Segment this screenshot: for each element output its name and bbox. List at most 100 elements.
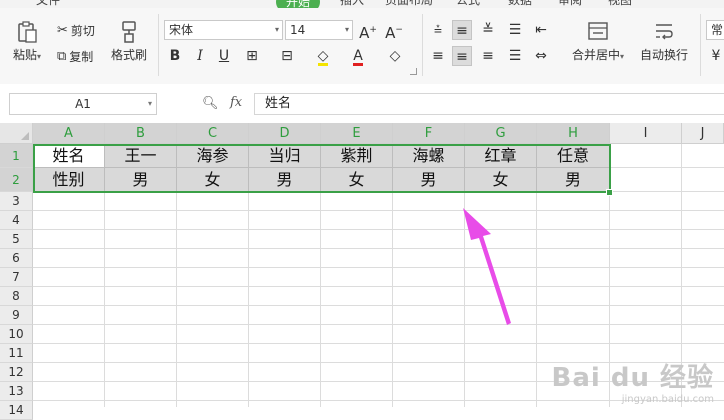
- merge-center-button[interactable]: 合并居中▾: [566, 20, 630, 63]
- row-header-1[interactable]: 1: [0, 144, 33, 168]
- ribbon-divider: [700, 14, 701, 76]
- align-left-icon[interactable]: ≡: [428, 46, 448, 66]
- format-painter-button[interactable]: 格式刷: [108, 20, 150, 63]
- chevron-down-icon: ▾: [344, 25, 349, 34]
- cell-h2[interactable]: 男: [537, 168, 610, 192]
- row-header-4[interactable]: 4: [0, 211, 33, 230]
- spreadsheet-grid[interactable]: A B C D E F G H I J 1 2 3 4 5 6 7 8 9 10…: [0, 123, 724, 420]
- align-right-icon[interactable]: ≡: [478, 46, 498, 66]
- copy-icon: ⧉: [57, 49, 67, 64]
- decrease-indent-icon[interactable]: ⇤: [531, 20, 551, 40]
- fill-handle[interactable]: [606, 189, 613, 196]
- row-header-14[interactable]: 14: [0, 401, 33, 420]
- row-header-5[interactable]: 5: [0, 230, 33, 249]
- row-header-7[interactable]: 7: [0, 268, 33, 287]
- cell-g2[interactable]: 女: [465, 168, 537, 192]
- column-header-f[interactable]: F: [393, 123, 465, 144]
- cell-b2[interactable]: 男: [105, 168, 177, 192]
- font-color-icon[interactable]: A: [348, 46, 368, 66]
- align-top-icon[interactable]: ⩮: [428, 20, 448, 40]
- zoom-icon[interactable]: 🔍︎: [202, 96, 219, 111]
- row-header-9[interactable]: 9: [0, 306, 33, 325]
- cut-button[interactable]: ✂ 剪切: [57, 22, 95, 39]
- font-size-select[interactable]: 14 ▾: [285, 20, 353, 40]
- row-header-12[interactable]: 12: [0, 363, 33, 382]
- orientation-icon[interactable]: ☰: [505, 20, 525, 40]
- annotation-arrow-icon: [463, 208, 511, 325]
- font-name-select[interactable]: 宋体 ▾: [164, 20, 283, 40]
- clear-format-icon[interactable]: ◇: [385, 46, 405, 66]
- wrap-text-button[interactable]: 自动换行: [636, 20, 692, 63]
- tab-review[interactable]: 审阅: [558, 0, 582, 8]
- row-header-2[interactable]: 2: [0, 168, 33, 192]
- cell-h1[interactable]: 任意: [537, 144, 610, 168]
- align-bottom-icon[interactable]: ≚: [478, 20, 498, 40]
- merge-center-label: 合并居中: [571, 48, 620, 62]
- cell-e2[interactable]: 女: [321, 168, 393, 192]
- font-dialog-launcher-icon[interactable]: [410, 68, 417, 75]
- column-header-b[interactable]: B: [105, 123, 177, 144]
- fx-icon[interactable]: fx: [230, 95, 242, 110]
- align-center-icon[interactable]: ≡: [452, 46, 472, 66]
- decrease-font-size-icon[interactable]: A−: [384, 20, 404, 42]
- cell-d2[interactable]: 男: [249, 168, 321, 192]
- cell-f1[interactable]: 海螺: [393, 144, 465, 168]
- paste-label: 粘贴: [12, 48, 37, 62]
- scissors-icon: ✂: [57, 23, 68, 38]
- distributed-icon[interactable]: ⇔: [531, 46, 551, 66]
- cell-b1[interactable]: 王一: [105, 144, 177, 168]
- tab-home[interactable]: 开始: [276, 0, 321, 8]
- cell-a1[interactable]: 姓名: [33, 144, 105, 168]
- column-header-h[interactable]: H: [537, 123, 610, 144]
- row-header-6[interactable]: 6: [0, 249, 33, 268]
- tab-file[interactable]: 文件: [36, 0, 60, 8]
- gridline: [536, 192, 537, 407]
- cell-f2[interactable]: 男: [393, 168, 465, 192]
- cell-g1[interactable]: 红章: [465, 144, 537, 168]
- paste-button[interactable]: 粘贴▾: [10, 20, 44, 63]
- column-header-g[interactable]: G: [465, 123, 537, 144]
- increase-font-size-icon[interactable]: A+: [358, 20, 378, 42]
- justify-icon[interactable]: ☰: [505, 46, 525, 66]
- column-header-c[interactable]: C: [177, 123, 249, 144]
- row-header-11[interactable]: 11: [0, 344, 33, 363]
- tab-data[interactable]: 数据: [508, 0, 532, 8]
- name-box[interactable]: A1 ▾: [9, 93, 157, 115]
- row-header-13[interactable]: 13: [0, 382, 33, 401]
- underline-icon[interactable]: U: [214, 46, 234, 66]
- merge-format-icon[interactable]: ⊟: [277, 46, 297, 66]
- select-all-corner[interactable]: [0, 123, 33, 144]
- cell-c2[interactable]: 女: [177, 168, 249, 192]
- ribbon-tab-strip: 文件 开始 插入 页面布局 公式 数据 审阅 视图: [0, 0, 724, 8]
- column-header-d[interactable]: D: [249, 123, 321, 144]
- cell-d1[interactable]: 当归: [249, 144, 321, 168]
- tab-page-layout[interactable]: 页面布局: [385, 0, 433, 8]
- formula-input[interactable]: 姓名: [254, 93, 724, 115]
- italic-icon[interactable]: I: [190, 46, 210, 66]
- cell-a2[interactable]: 性别: [33, 168, 105, 192]
- cell-c1[interactable]: 海参: [177, 144, 249, 168]
- currency-icon[interactable]: ¥: [706, 46, 724, 66]
- column-header-e[interactable]: E: [321, 123, 393, 144]
- row-header-10[interactable]: 10: [0, 325, 33, 344]
- column-header-i[interactable]: I: [610, 123, 682, 144]
- bold-icon[interactable]: B: [165, 46, 185, 66]
- copy-button[interactable]: ⧉ 复制: [57, 48, 93, 65]
- gridline: [33, 286, 724, 287]
- row-header-3[interactable]: 3: [0, 192, 33, 211]
- paste-dropdown-icon[interactable]: ▾: [37, 52, 41, 61]
- fill-color-icon[interactable]: ◇: [313, 46, 333, 66]
- number-format-select[interactable]: 常: [706, 20, 724, 40]
- tab-formulas[interactable]: 公式: [456, 0, 480, 8]
- column-header-a[interactable]: A: [33, 123, 105, 144]
- column-header-j[interactable]: J: [682, 123, 724, 144]
- chevron-down-icon[interactable]: ▾: [620, 52, 624, 61]
- cell-e1[interactable]: 紫荆: [321, 144, 393, 168]
- row-header-8[interactable]: 8: [0, 287, 33, 306]
- borders-icon[interactable]: ⊞: [242, 46, 262, 66]
- gridline: [33, 229, 724, 230]
- align-middle-icon[interactable]: ≡: [452, 20, 472, 40]
- tab-insert[interactable]: 插入: [340, 0, 364, 8]
- font-size-value: 14: [290, 23, 306, 37]
- tab-view[interactable]: 视图: [608, 0, 632, 8]
